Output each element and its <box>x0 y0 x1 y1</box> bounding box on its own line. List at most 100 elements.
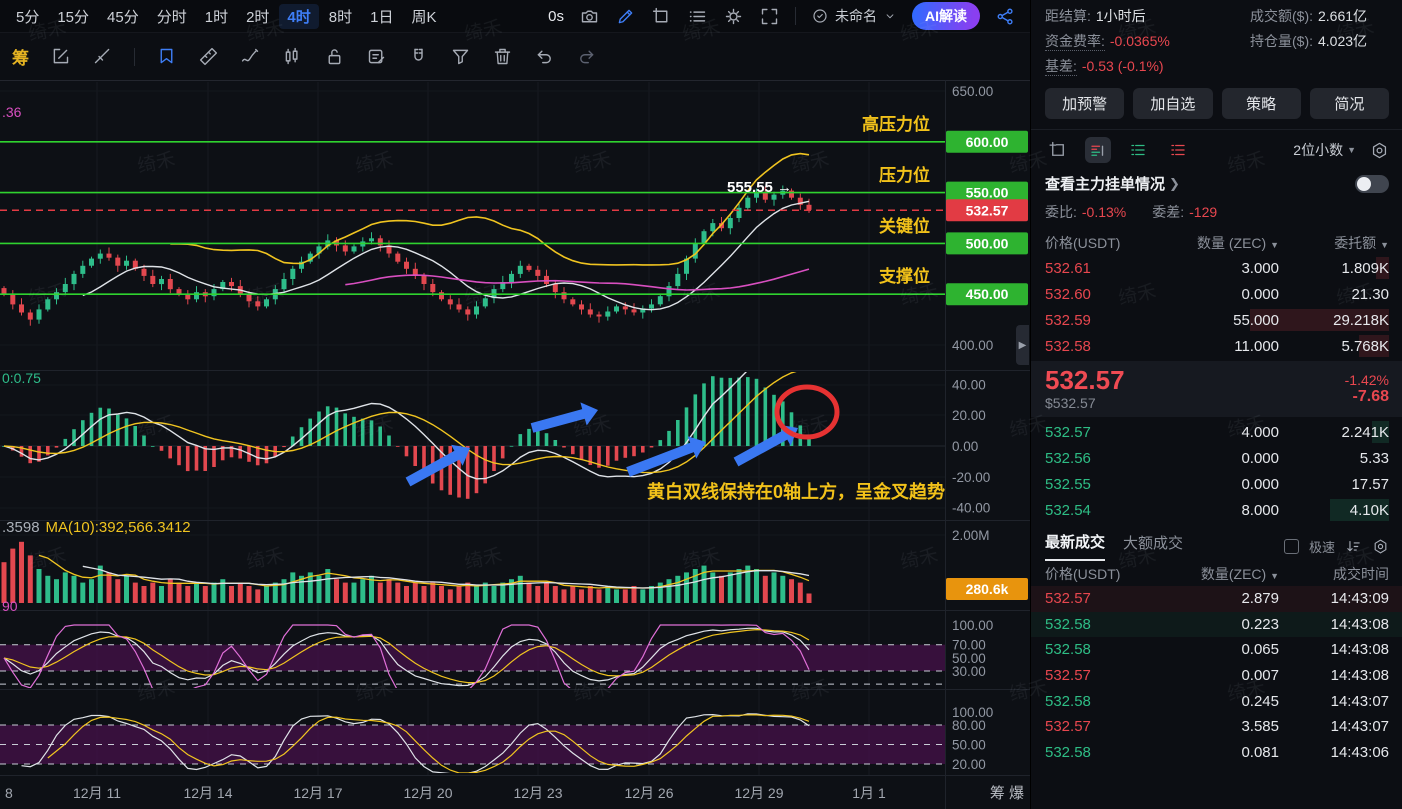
history-check-icon <box>811 7 829 25</box>
draw-pencil-icon[interactable] <box>615 6 636 27</box>
funding-label[interactable]: 资金费率: <box>1045 33 1105 51</box>
chart-section: 5分 15分 45分 分时 1时 2时 4时 8时 1日 周K 0s 未命名 AI解读 <box>0 0 1030 809</box>
orderbook-row[interactable]: 532.54 8.000 4.10K <box>1031 497 1402 523</box>
panel-button-加预警[interactable]: 加预警 <box>1045 88 1125 119</box>
add-widget-icon[interactable] <box>1045 137 1071 163</box>
main-orders-link[interactable]: 查看主力挂单情况 <box>1045 173 1165 194</box>
timeframe-1日[interactable]: 1日 <box>362 4 401 29</box>
orderbook-asks-view-icon[interactable] <box>1165 137 1191 163</box>
magnet-icon[interactable] <box>408 46 429 67</box>
timeframe-8时[interactable]: 8时 <box>321 4 360 29</box>
timeframe-5分[interactable]: 5分 <box>8 4 47 29</box>
timeframe-4时[interactable]: 4时 <box>279 3 319 29</box>
orderbook-asks: 532.61 3.000 1.809K 532.60 0.000 21.30 532.59 5… <box>1031 255 1402 359</box>
svg-text:0:0.75: 0:0.75 <box>2 370 41 386</box>
orderbook-row[interactable]: 532.56 0.000 5.33 <box>1031 445 1402 471</box>
tab-large-trades[interactable]: 大额成交 <box>1123 532 1183 560</box>
svg-text:.3598MA(10):392,566.3412: .3598 MA(10):392,566.3412 <box>2 519 191 536</box>
layout-name-menu[interactable]: 未命名 <box>811 6 897 26</box>
orderbook-row[interactable]: 532.60 0.000 21.30 <box>1031 281 1402 307</box>
col-qty[interactable]: 数量 (ZEC) ▼ <box>1150 233 1279 253</box>
last-price-block[interactable]: 532.57 $532.57 -1.42% -7.68 <box>1031 361 1402 417</box>
orderbook-row[interactable]: 532.61 3.000 1.809K <box>1031 255 1402 281</box>
bookmark-tool-icon[interactable] <box>156 46 177 67</box>
trade-row[interactable]: 532.57 3.585 14:43:07 <box>1031 714 1402 740</box>
basis-label[interactable]: 基差: <box>1045 58 1077 76</box>
camera-icon[interactable] <box>579 6 600 27</box>
trade-row[interactable]: 532.57 0.007 14:43:08 <box>1031 663 1402 689</box>
trade-row[interactable]: 532.58 0.223 14:43:08 <box>1031 611 1402 638</box>
add-pane-icon[interactable] <box>651 6 672 27</box>
trade-row[interactable]: 532.58 0.065 14:43:08 <box>1031 637 1402 663</box>
candle-pattern-icon[interactable] <box>282 46 303 67</box>
panel-button-加自选[interactable]: 加自选 <box>1133 88 1213 119</box>
last-price-usd: $532.57 <box>1045 394 1096 411</box>
trade-row[interactable]: 532.57 2.879 14:43:09 <box>1031 586 1402 612</box>
trash-icon[interactable] <box>492 46 513 67</box>
timeframe-分时[interactable]: 分时 <box>149 4 195 29</box>
panel-collapse-handle[interactable]: ▶ <box>1016 325 1029 365</box>
panel-button-简况[interactable]: 简况 <box>1309 88 1389 119</box>
ruler-tool-icon[interactable] <box>198 46 219 67</box>
divider <box>134 47 135 66</box>
svg-text:20.00: 20.00 <box>952 408 986 423</box>
svg-text:12月 17: 12月 17 <box>293 785 342 801</box>
orderbook-row[interactable]: 532.55 0.000 17.57 <box>1031 471 1402 497</box>
trades-header: 价格(USDT) 数量(ZEC) ▼ 成交时间 <box>1031 561 1402 586</box>
svg-text:20.00: 20.00 <box>952 757 986 772</box>
undo-icon[interactable] <box>534 46 555 67</box>
precision-select[interactable]: 2位小数 ▼ <box>1293 140 1356 160</box>
svg-text:50.00: 50.00 <box>952 738 986 753</box>
timeframe-1时[interactable]: 1时 <box>197 4 236 29</box>
freehand-draw-icon[interactable] <box>240 46 261 67</box>
svg-text:压力位: 压力位 <box>879 165 930 185</box>
orderbook-row[interactable]: 532.59 55.000 29.218K <box>1031 307 1402 333</box>
col-time: 成交时间 <box>1333 565 1389 582</box>
orderbook-bids-view-icon[interactable] <box>1125 137 1151 163</box>
ai-analyze-button[interactable]: AI解读 <box>912 2 980 30</box>
svg-text:12月 29: 12月 29 <box>734 785 783 801</box>
svg-text:黄白双线保持在0轴上方，呈金叉趋势: 黄白双线保持在0轴上方，呈金叉趋势 <box>647 481 945 502</box>
timeframe-周K[interactable]: 周K <box>403 4 444 29</box>
redo-icon[interactable] <box>576 46 597 67</box>
trade-row[interactable]: 532.58 0.245 14:43:07 <box>1031 688 1402 714</box>
orderbook-settings-icon[interactable] <box>1370 141 1389 160</box>
svg-text:555.55 →: 555.55 → <box>727 179 792 196</box>
panel-button-策略[interactable]: 策略 <box>1221 88 1301 119</box>
trend-line-tool-icon[interactable] <box>92 46 113 67</box>
main-chart[interactable]: 650.00 400.00 600.00 550.00 500.00 450.00 532.… <box>0 80 1030 809</box>
col-amount[interactable]: 委托额 ▼ <box>1279 233 1389 253</box>
svg-text:12月 11: 12月 11 <box>73 785 121 801</box>
col-qty[interactable]: 数量(ZEC) ▼ <box>1150 564 1279 584</box>
sort-icon[interactable] <box>1345 538 1362 555</box>
svg-text:650.00: 650.00 <box>952 84 993 99</box>
precision-value: 2位小数 <box>1293 142 1344 158</box>
settle-label: 距结算: <box>1045 8 1091 24</box>
svg-text:2.00M: 2.00M <box>952 528 990 543</box>
orderbook-bids: 532.57 4.000 2.241K 532.56 0.000 5.33 532.55 0.… <box>1031 419 1402 523</box>
chips-indicator-label[interactable]: 筹 <box>12 44 29 69</box>
tab-latest-trades[interactable]: 最新成交 <box>1045 531 1106 561</box>
indicator-list-icon[interactable] <box>687 6 708 27</box>
note-edit-icon[interactable] <box>366 46 387 67</box>
fast-mode-checkbox[interactable] <box>1283 538 1299 554</box>
lock-icon[interactable] <box>324 46 345 67</box>
orderbook-both-view-icon[interactable] <box>1085 137 1111 163</box>
trade-row[interactable]: 532.58 0.081 14:43:06 <box>1031 740 1402 766</box>
svg-text:关键位: 关键位 <box>879 216 930 236</box>
ratio-value: -0.13% <box>1081 204 1127 220</box>
timeframe-2时[interactable]: 2时 <box>238 4 277 29</box>
timeframe-45分[interactable]: 45分 <box>99 4 147 29</box>
fullscreen-icon[interactable] <box>759 6 780 27</box>
orderbook-row[interactable]: 532.58 11.000 5.768K <box>1031 333 1402 359</box>
chart-settings-icon[interactable] <box>723 6 744 27</box>
orderbook-row[interactable]: 532.57 4.000 2.241K <box>1031 419 1402 445</box>
edit-box-icon[interactable] <box>50 46 71 67</box>
svg-text:400.00: 400.00 <box>952 338 993 353</box>
trades-settings-icon[interactable] <box>1372 538 1389 555</box>
share-icon[interactable] <box>995 6 1016 27</box>
timeframe-15分[interactable]: 15分 <box>49 4 97 29</box>
chart-svg[interactable]: 650.00 400.00 600.00 550.00 500.00 450.00 532.… <box>0 80 1030 809</box>
main-orders-toggle[interactable] <box>1355 174 1389 193</box>
filter-icon[interactable] <box>450 46 471 67</box>
